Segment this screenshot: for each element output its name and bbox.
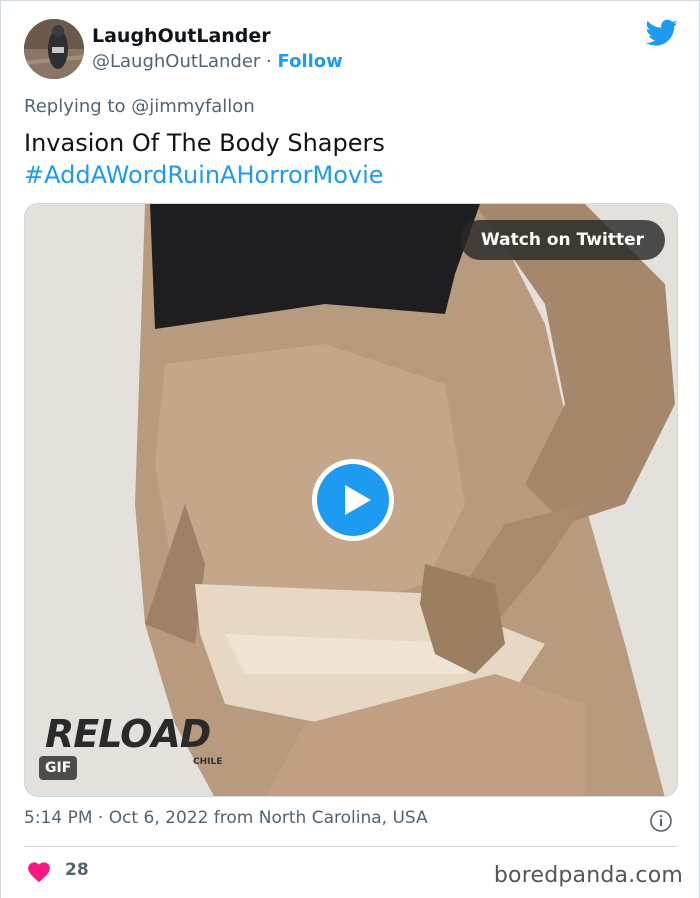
reply-mention-link[interactable]: @jimmyfallon — [131, 96, 255, 117]
watch-on-twitter-button[interactable]: Watch on Twitter — [460, 220, 665, 260]
author-handle-row: @LaughOutLander · Follow — [92, 51, 343, 72]
tweet-body: Invasion Of The Body Shapers — [24, 129, 385, 157]
author-display-name[interactable]: LaughOutLander — [92, 25, 271, 47]
info-icon[interactable] — [649, 809, 673, 833]
author-handle[interactable]: @LaughOutLander — [92, 51, 260, 72]
avatar[interactable] — [24, 19, 84, 79]
watermark: boredpanda.com — [493, 863, 683, 888]
tweet-timestamp[interactable]: 5:14 PM · Oct 6, 2022 from North Carolin… — [24, 808, 428, 828]
gif-badge: GIF — [39, 756, 78, 780]
play-button[interactable] — [312, 459, 394, 541]
likes-count[interactable]: 28 — [65, 860, 89, 880]
replying-to: Replying to @jimmyfallon — [24, 96, 255, 117]
reload-logo: RELOAD — [45, 712, 211, 756]
media-video[interactable]: Watch on Twitter RELOAD CHILE GIF — [24, 203, 678, 797]
hashtag-link[interactable]: #AddAWordRuinAHorrorMovie — [24, 159, 385, 191]
play-button-circle — [317, 464, 389, 536]
tweet-card: LaughOutLander @LaughOutLander · Follow … — [0, 0, 700, 898]
reload-logo-sub: CHILE — [193, 757, 223, 767]
separator: · — [266, 51, 272, 72]
avatar-image — [24, 19, 84, 79]
tweet-text: Invasion Of The Body Shapers #AddAWordRu… — [24, 127, 385, 191]
heart-icon[interactable] — [26, 859, 52, 883]
play-icon — [345, 485, 371, 515]
follow-button[interactable]: Follow — [278, 51, 343, 72]
twitter-bird-icon[interactable] — [646, 19, 678, 47]
divider — [24, 846, 678, 847]
replying-prefix: Replying to — [24, 96, 126, 117]
